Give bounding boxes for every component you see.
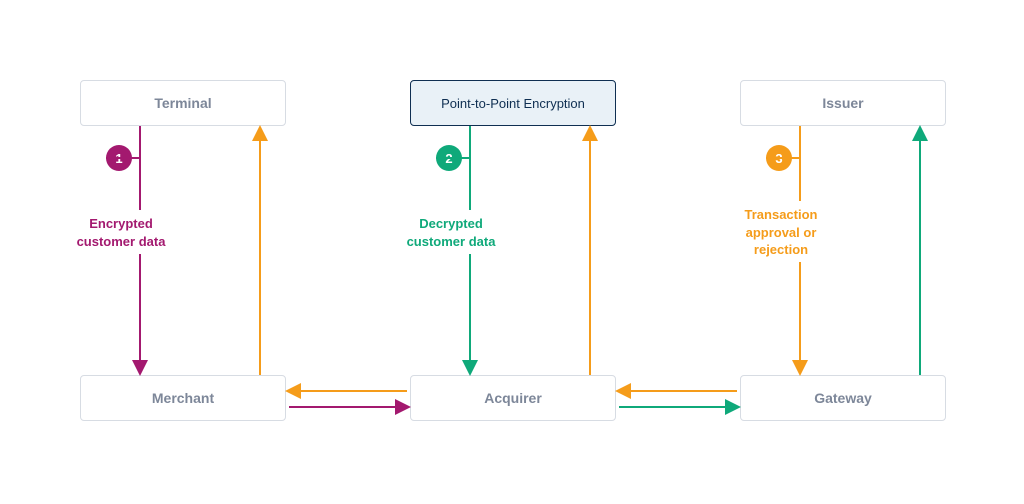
arrows-layer [0, 0, 1024, 504]
node-terminal: Terminal [80, 80, 286, 126]
step-badge-3: 3 [766, 145, 792, 171]
node-issuer: Issuer [740, 80, 946, 126]
step-badge-2: 2 [436, 145, 462, 171]
node-p2pe: Point-to-Point Encryption [410, 80, 616, 126]
node-merchant: Merchant [80, 375, 286, 421]
node-gateway: Gateway [740, 375, 946, 421]
flow-label-1: Encrypted customer data [66, 215, 176, 250]
flow-label-3: Transaction approval or rejection [720, 206, 842, 259]
diagram-canvas: Terminal Point-to-Point Encryption Issue… [0, 0, 1024, 504]
node-acquirer: Acquirer [410, 375, 616, 421]
flow-label-2: Decrypted customer data [396, 215, 506, 250]
step-badge-1: 1 [106, 145, 132, 171]
